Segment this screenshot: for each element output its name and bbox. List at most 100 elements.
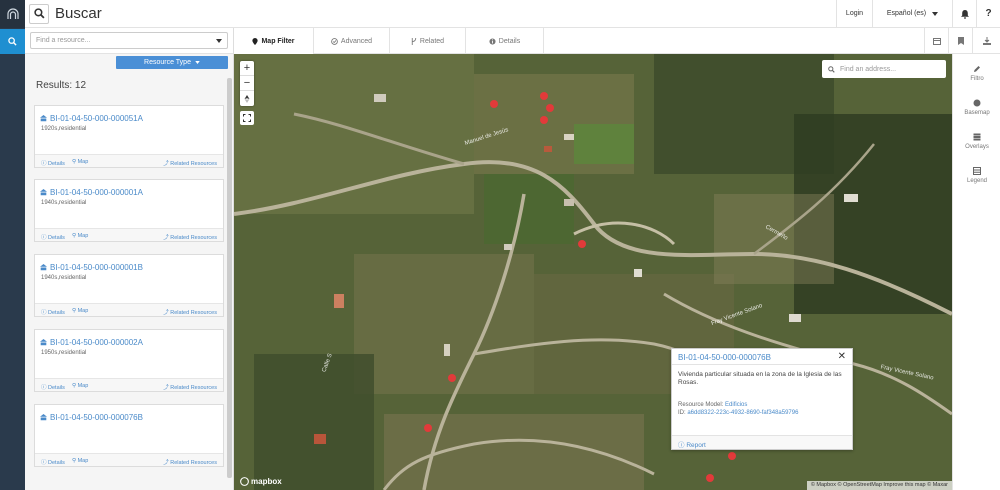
related-resources-link[interactable]: ⤴ Related Resources (163, 308, 217, 316)
result-description: 1940s,residential (41, 200, 87, 206)
map-marker[interactable] (448, 374, 456, 382)
details-link[interactable]: ⓘ Details (41, 159, 65, 167)
result-card: BI-01-04-50-000-000002A 1950s,residentia… (34, 329, 224, 392)
building-icon (40, 339, 47, 346)
map-tools-sidebar: Filtro Basemap Overlays Legend (952, 54, 1000, 490)
popup-model: Resource Model: Edificios (672, 388, 852, 408)
tab-details[interactable]: Details (466, 28, 544, 54)
tool-label: Filtro (970, 75, 984, 82)
map-view[interactable]: Manuel de Jesús Fray Vicente Solano Fray… (234, 54, 952, 490)
app-logo[interactable] (0, 0, 25, 28)
tab-map-filter[interactable]: Map Filter (234, 28, 314, 54)
result-id-link[interactable]: BI-01-04-50-000-000076B (40, 413, 143, 422)
address-placeholder: Find an address... (840, 65, 897, 73)
related-resources-link[interactable]: ⤴ Related Resources (163, 458, 217, 466)
tab-label: Map Filter (261, 37, 295, 45)
results-count: Results: 12 (36, 80, 87, 91)
tab-advanced[interactable]: Advanced (314, 28, 390, 54)
related-label: Related Resources (170, 161, 217, 167)
model-link[interactable]: Edificios (725, 402, 747, 408)
model-label: Resource Model: (678, 401, 724, 408)
popup-title[interactable]: BI-01-04-50-000-000076B (678, 353, 771, 362)
legend-icon (973, 166, 981, 175)
tool-basemap[interactable]: Basemap (953, 92, 1000, 122)
close-icon[interactable]: ✕ (838, 351, 846, 362)
resource-search-input[interactable]: Find a resource... (30, 32, 228, 49)
zoom-controls: + − (240, 61, 254, 106)
zoom-in-button[interactable]: + (240, 61, 254, 76)
related-resources-link[interactable]: ⤴ Related Resources (163, 383, 217, 391)
resource-search-placeholder: Find a resource... (36, 37, 91, 44)
address-search-input[interactable]: Find an address... (822, 60, 946, 78)
caret-down-icon (216, 38, 222, 43)
login-link[interactable]: Login (836, 0, 872, 28)
resource-popup: BI-01-04-50-000-000076B ✕ Vivienda parti… (671, 348, 853, 450)
details-link[interactable]: ⓘ Details (41, 233, 65, 241)
tool-overlays[interactable]: Overlays (953, 126, 1000, 156)
resource-type-button[interactable]: Resource Type (116, 56, 228, 69)
report-link[interactable]: ⓘ Report (678, 442, 706, 449)
layers-icon (973, 133, 981, 140)
bookmark-icon (957, 37, 964, 45)
map-link[interactable]: ⚲ Map (72, 308, 88, 314)
result-id-link[interactable]: BI-01-04-50-000-000002A (40, 338, 143, 347)
tool-label: Overlays (965, 143, 989, 150)
report-label: Report (686, 442, 706, 449)
map-marker[interactable] (490, 100, 498, 108)
id-link[interactable]: a6dd8322-223c-4932-8690-faf348a59796 (687, 410, 798, 416)
result-id: BI-01-04-50-000-000051A (50, 114, 143, 123)
map-marker[interactable] (546, 104, 554, 112)
result-id-link[interactable]: BI-01-04-50-000-000051A (40, 114, 143, 123)
details-label: Details (48, 385, 65, 391)
details-link[interactable]: ⓘ Details (41, 308, 65, 316)
bookmark-button[interactable] (948, 28, 972, 54)
expand-icon (243, 114, 251, 122)
map-link[interactable]: ⚲ Map (72, 233, 88, 239)
calendar-button[interactable] (924, 28, 948, 54)
top-bar: Buscar Login Español (es) ? (25, 0, 1000, 28)
tool-filtro[interactable]: Filtro (953, 58, 1000, 88)
mapbox-label: mapbox (251, 477, 282, 486)
tab-related[interactable]: Related (390, 28, 466, 54)
zoom-out-button[interactable]: − (240, 76, 254, 91)
tool-legend[interactable]: Legend (953, 160, 1000, 190)
mapbox-logo[interactable]: mapbox (240, 477, 282, 486)
download-icon (982, 37, 991, 45)
rail-search-button[interactable] (0, 29, 25, 54)
language-select[interactable]: Español (es) (872, 0, 952, 28)
map-attribution[interactable]: © Mapbox © OpenStreetMap Improve this ma… (806, 481, 952, 490)
map-link[interactable]: ⚲ Map (72, 383, 88, 389)
side-rail (0, 0, 25, 490)
result-card: BI-01-04-50-000-000001B 1940s,residentia… (34, 254, 224, 317)
map-marker[interactable] (424, 424, 432, 432)
fullscreen-button[interactable] (240, 111, 254, 125)
map-link[interactable]: ⚲ Map (72, 458, 88, 464)
map-marker[interactable] (706, 474, 714, 482)
compass-button[interactable] (240, 91, 254, 106)
result-id-link[interactable]: BI-01-04-50-000-000001A (40, 188, 143, 197)
map-marker[interactable] (540, 116, 548, 124)
related-resources-link[interactable]: ⤴ Related Resources (163, 233, 217, 241)
map-label: Map (77, 159, 89, 165)
map-marker[interactable] (728, 452, 736, 460)
details-link[interactable]: ⓘ Details (41, 383, 65, 391)
tool-label: Basemap (964, 109, 990, 116)
help-button[interactable]: ? (976, 0, 1000, 28)
details-label: Details (48, 460, 65, 466)
download-button[interactable] (972, 28, 1000, 54)
details-link[interactable]: ⓘ Details (41, 458, 65, 466)
caret-down-icon (195, 61, 200, 64)
page-title: Buscar (55, 5, 102, 22)
popup-description: Vivienda particular situada en la zona d… (678, 371, 842, 387)
result-card: BI-01-04-50-000-000001A 1940s,residentia… (34, 179, 224, 242)
notifications-button[interactable] (952, 0, 976, 28)
popup-id: ID: a6dd8322-223c-4932-8690-faf348a59796 (672, 408, 852, 416)
related-resources-link[interactable]: ⤴ Related Resources (163, 159, 217, 167)
map-marker[interactable] (578, 240, 586, 248)
result-id-link[interactable]: BI-01-04-50-000-000001B (40, 263, 143, 272)
search-icon (33, 8, 45, 19)
search-button[interactable] (29, 3, 49, 24)
results-scrollbar[interactable] (227, 78, 232, 478)
map-marker[interactable] (540, 92, 548, 100)
map-link[interactable]: ⚲ Map (72, 159, 88, 165)
